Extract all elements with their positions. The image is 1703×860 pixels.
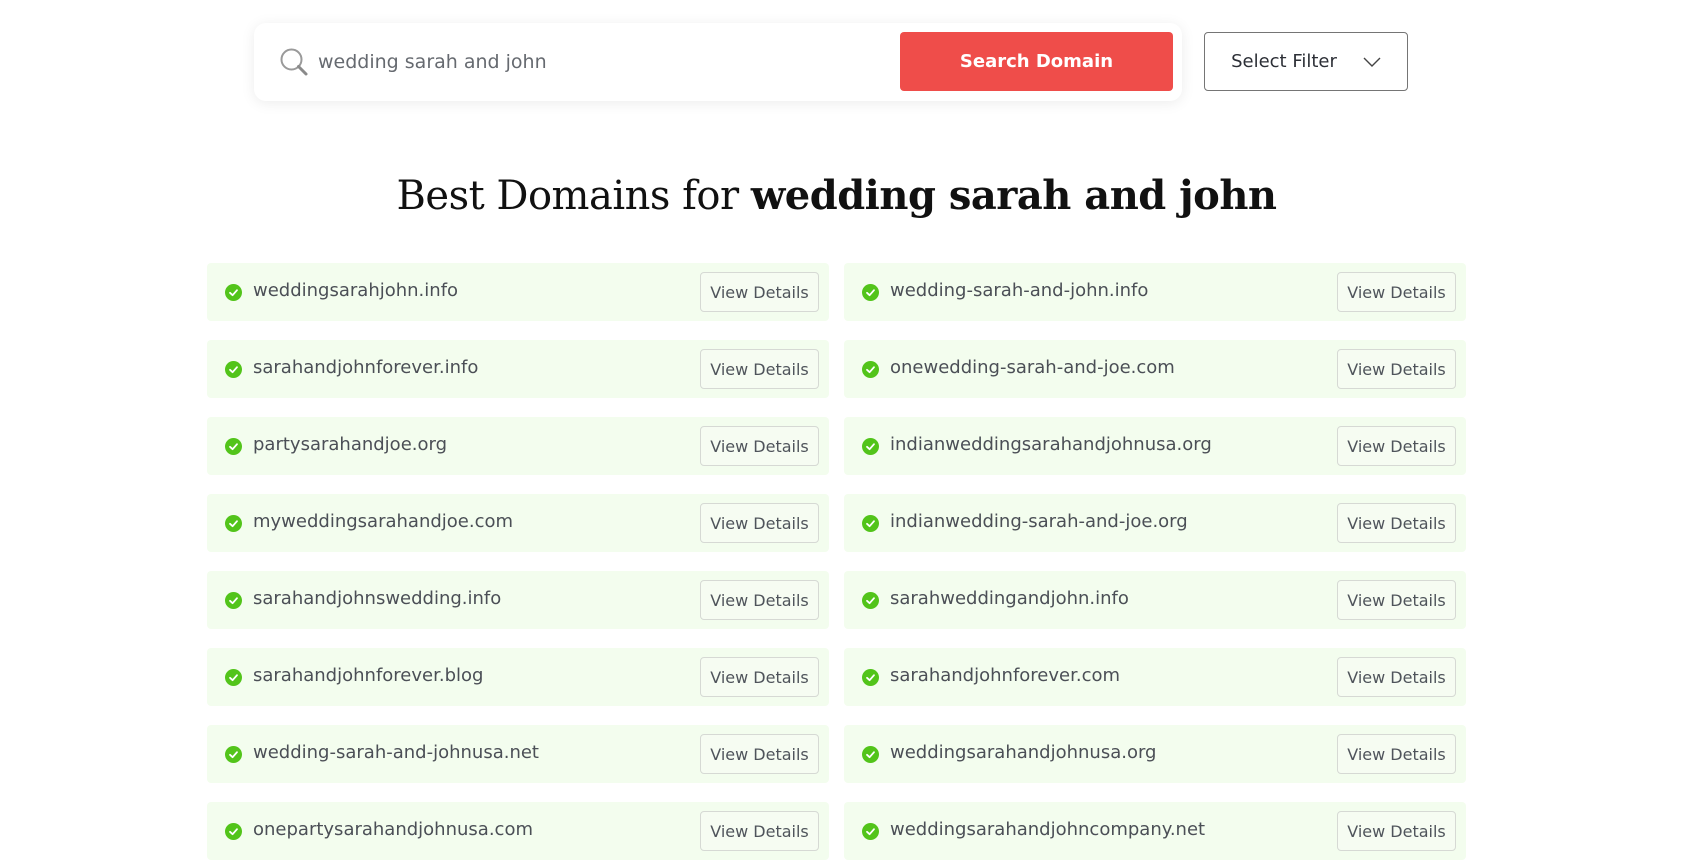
domain-name: weddingsarahjohn.info [253,280,459,301]
view-details-button[interactable]: View Details [700,349,819,389]
domain-name: weddingsarahandjohnusa.org [890,742,1157,763]
check-circle-icon [225,515,242,532]
view-details-button[interactable]: View Details [700,272,819,312]
domain-result-card: wedding-sarah-and-johnusa.net View Detai… [207,725,829,783]
check-circle-icon [862,669,879,686]
check-circle-icon [225,361,242,378]
view-details-button[interactable]: View Details [700,426,819,466]
check-circle-icon [862,746,879,763]
domain-name: partysarahandjoe.org [253,434,448,455]
domain-name: onewedding-sarah-and-joe.com [890,357,1175,378]
check-circle-icon [862,284,879,301]
domain-result-card: weddingsarahjohn.info View Details [207,263,829,321]
domain-result-card: onepartysarahandjohnusa.com View Details [207,802,829,860]
check-circle-icon [225,823,242,840]
domain-name: indianweddingsarahandjohnusa.org [890,434,1212,455]
search-icon [280,48,308,76]
view-details-button[interactable]: View Details [700,811,819,851]
domain-name: sarahandjohnswedding.info [253,588,502,609]
domain-result-card: partysarahandjoe.org View Details [207,417,829,475]
search-domain-button[interactable]: Search Domain [900,32,1173,91]
domain-name: myweddingsarahandjoe.com [253,511,514,532]
domain-result-card: myweddingsarahandjoe.com View Details [207,494,829,552]
select-filter-dropdown[interactable]: Select Filter [1204,32,1408,91]
domain-name: wedding-sarah-and-john.info [890,280,1149,301]
view-details-button[interactable]: View Details [1337,503,1456,543]
view-details-button[interactable]: View Details [1337,734,1456,774]
view-details-button[interactable]: View Details [1337,349,1456,389]
check-circle-icon [862,592,879,609]
domain-name: indianwedding-sarah-and-joe.org [890,511,1188,532]
domain-result-card: indianweddingsarahandjohnusa.org View De… [844,417,1466,475]
domain-name: wedding-sarah-and-johnusa.net [253,742,539,763]
domain-result-card: sarahandjohnforever.blog View Details [207,648,829,706]
check-circle-icon [225,746,242,763]
domain-result-card: weddingsarahandjohncompany.net View Deta… [844,802,1466,860]
check-circle-icon [225,438,242,455]
domain-result-card: onewedding-sarah-and-joe.com View Detail… [844,340,1466,398]
domain-result-card: wedding-sarah-and-john.info View Details [844,263,1466,321]
domain-result-card: sarahandjohnforever.com View Details [844,648,1466,706]
select-filter-label: Select Filter [1231,51,1337,72]
domain-result-card: weddingsarahandjohnusa.org View Details [844,725,1466,783]
check-circle-icon [225,669,242,686]
domain-result-card: sarahweddingandjohn.info View Details [844,571,1466,629]
check-circle-icon [862,438,879,455]
search-input[interactable] [318,43,878,81]
page-title: Best Domains for wedding sarah and john [0,172,1673,219]
domain-name: onepartysarahandjohnusa.com [253,819,533,840]
view-details-button[interactable]: View Details [700,503,819,543]
domain-name: sarahandjohnforever.info [253,357,479,378]
domain-result-card: indianwedding-sarah-and-joe.org View Det… [844,494,1466,552]
domain-name: weddingsarahandjohncompany.net [890,819,1206,840]
domain-name: sarahweddingandjohn.info [890,588,1129,609]
chevron-down-icon [1363,57,1381,67]
check-circle-icon [862,361,879,378]
view-details-button[interactable]: View Details [1337,272,1456,312]
domain-result-card: sarahandjohnswedding.info View Details [207,571,829,629]
view-details-button[interactable]: View Details [700,657,819,697]
domain-name: sarahandjohnforever.blog [253,665,484,686]
check-circle-icon [862,515,879,532]
domain-results-grid: weddingsarahjohn.info View Details weddi… [207,263,1466,860]
view-details-button[interactable]: View Details [700,734,819,774]
page-title-prefix: Best Domains for [396,173,751,219]
check-circle-icon [225,592,242,609]
search-bar: Search Domain [254,23,1182,101]
view-details-button[interactable]: View Details [1337,426,1456,466]
view-details-button[interactable]: View Details [700,580,819,620]
check-circle-icon [862,823,879,840]
domain-result-card: sarahandjohnforever.info View Details [207,340,829,398]
domain-name: sarahandjohnforever.com [890,665,1121,686]
view-details-button[interactable]: View Details [1337,580,1456,620]
view-details-button[interactable]: View Details [1337,811,1456,851]
check-circle-icon [225,284,242,301]
page-title-query: wedding sarah and john [750,172,1277,219]
view-details-button[interactable]: View Details [1337,657,1456,697]
